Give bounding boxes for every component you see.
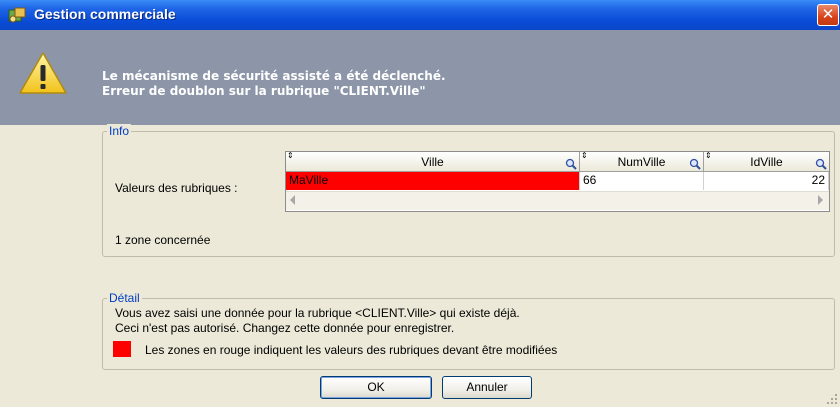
resize-grip-icon[interactable]	[826, 393, 838, 405]
window-title: Gestion commerciale	[34, 6, 176, 22]
values-table[interactable]: ⇕ Ville ⇕ NumVille ⇕ IdVille MaVille 66 …	[285, 151, 830, 212]
app-icon	[8, 7, 26, 23]
scroll-left-icon[interactable]	[290, 195, 295, 205]
cancel-button[interactable]: Annuler	[442, 376, 532, 399]
cell-idville[interactable]: 22	[704, 172, 829, 190]
column-header-label: IdVille	[750, 155, 783, 169]
close-icon: ✕	[821, 5, 835, 23]
column-header-label: Ville	[421, 155, 444, 169]
info-legend: Info	[107, 124, 132, 138]
detail-text-line2: Ceci n'est pas autorisé. Changez cette d…	[115, 321, 455, 335]
column-header-ville[interactable]: ⇕ Ville	[286, 151, 580, 172]
zone-count-text: 1 zone concernée	[115, 233, 211, 247]
red-legend-note: Les zones en rouge indiquent les valeurs…	[145, 343, 558, 357]
close-button[interactable]: ✕	[817, 4, 839, 26]
scroll-right-icon[interactable]	[818, 195, 823, 205]
detail-legend: Détail	[107, 291, 142, 305]
column-header-numville[interactable]: ⇕ NumVille	[580, 151, 704, 172]
cell-numville[interactable]: 66	[580, 172, 704, 190]
header-message-line2: Erreur de doublon sur la rubrique "CLIEN…	[102, 84, 426, 98]
column-header-label: NumVille	[617, 155, 666, 169]
ok-button[interactable]: OK	[320, 376, 432, 399]
header-message-line1: Le mécanisme de sécurité assisté a été d…	[102, 69, 446, 83]
detail-text-line1: Vous avez saisi une donnée pour la rubri…	[115, 306, 520, 320]
warning-icon	[19, 52, 67, 94]
title-bar[interactable]: Gestion commerciale ✕	[0, 0, 840, 30]
search-icon[interactable]	[565, 158, 577, 170]
search-icon[interactable]	[815, 158, 827, 170]
red-legend-swatch	[113, 341, 131, 357]
horizontal-scrollbar[interactable]	[286, 191, 829, 210]
column-header-idville[interactable]: ⇕ IdVille	[704, 151, 829, 172]
cell-ville[interactable]: MaVille	[286, 172, 580, 190]
values-label: Valeurs des rubriques :	[115, 181, 238, 195]
search-icon[interactable]	[689, 158, 701, 170]
